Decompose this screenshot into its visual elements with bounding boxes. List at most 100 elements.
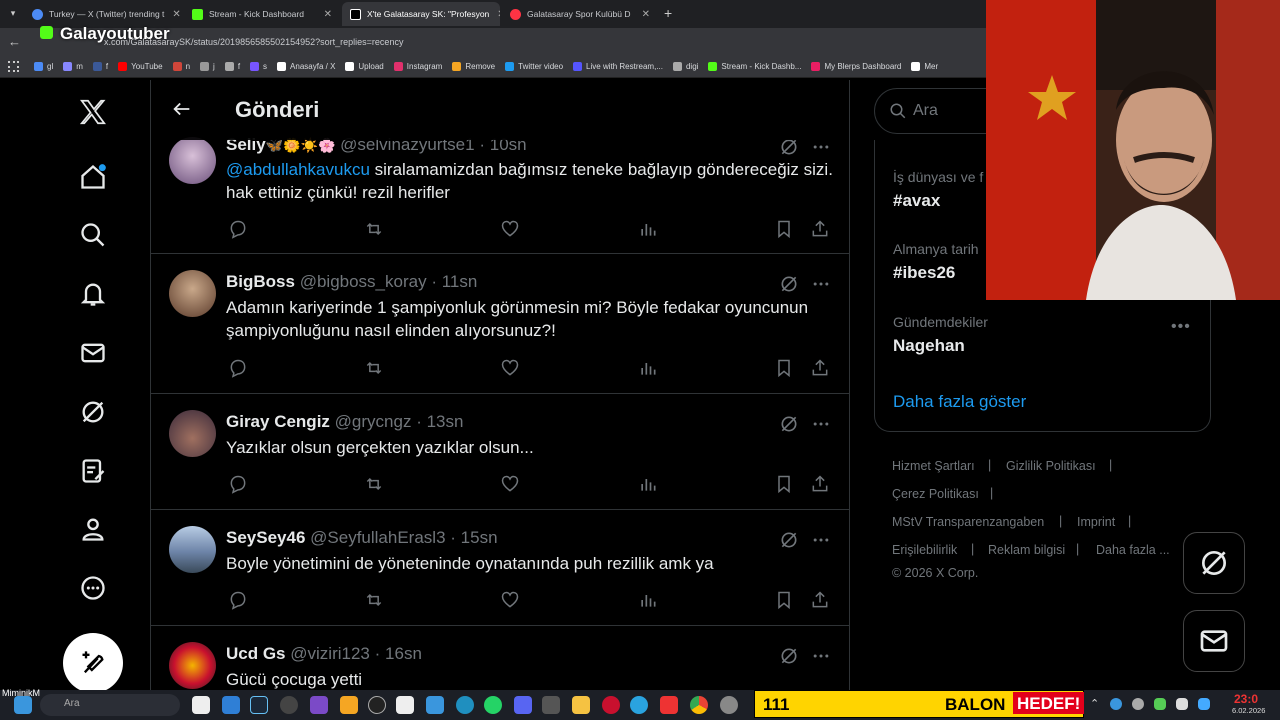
trend-item[interactable]: #avax <box>893 191 940 211</box>
bookmark-item[interactable]: Remove <box>452 62 495 71</box>
avatar[interactable] <box>169 526 216 573</box>
footer-link[interactable]: MStV Transparenzangaben <box>892 515 1044 529</box>
taskbar-app-icon[interactable] <box>426 696 444 714</box>
apps-grid-icon[interactable] <box>8 61 19 72</box>
avatar[interactable] <box>169 410 216 457</box>
retweet-icon[interactable] <box>362 356 386 380</box>
bookmark-item[interactable]: Anasayfa / X <box>277 62 335 71</box>
grok-icon[interactable] <box>76 395 110 429</box>
views-chart-icon[interactable] <box>636 472 660 496</box>
footer-link[interactable]: Erişilebilirlik <box>892 543 957 557</box>
bookmark-item[interactable]: f <box>92 62 108 71</box>
taskbar-settings-icon[interactable] <box>720 696 738 714</box>
taskbar-discord-icon[interactable] <box>514 696 532 714</box>
bookmark-icon[interactable] <box>772 356 796 380</box>
post-compose-button[interactable] <box>63 633 123 693</box>
browser-tab-4[interactable]: Galatasaray Spor Kulübü D ✕ <box>502 2 658 26</box>
reply-icon[interactable] <box>226 472 250 496</box>
grok-explain-icon[interactable] <box>777 412 801 436</box>
new-tab-icon[interactable]: + <box>664 5 672 21</box>
bookmark-item[interactable]: My Blerps Dashboard <box>811 62 901 71</box>
like-heart-icon[interactable] <box>498 217 522 241</box>
footer-link[interactable]: Hizmet Şartları <box>892 459 975 473</box>
share-icon[interactable] <box>808 588 832 612</box>
explore-search-icon[interactable] <box>76 218 110 252</box>
tray-icon[interactable] <box>1176 698 1188 710</box>
x-logo-icon[interactable] <box>76 95 110 129</box>
reply-tweet[interactable]: Giray Cengiz @grycngz · 13sn Yazıklar ol… <box>151 394 849 510</box>
views-chart-icon[interactable] <box>636 588 660 612</box>
grok-float-button[interactable] <box>1183 532 1245 594</box>
retweet-icon[interactable] <box>362 472 386 496</box>
tweet-more-icon[interactable] <box>809 528 833 552</box>
bookmark-item[interactable]: Upload <box>345 62 384 71</box>
taskbar-edge-icon[interactable] <box>456 696 474 714</box>
clock-time[interactable]: 23:0 <box>1234 692 1258 706</box>
windows-start-icon[interactable] <box>14 696 32 714</box>
taskbar-folder-icon[interactable] <box>572 696 590 714</box>
author-name[interactable]: BigBoss <box>226 272 295 291</box>
share-icon[interactable] <box>808 472 832 496</box>
tweet-time[interactable]: 13sn <box>427 412 464 431</box>
tweet-time[interactable]: 16sn <box>385 644 422 663</box>
author-name[interactable]: Ucd Gs <box>226 644 286 663</box>
notifications-bell-icon[interactable] <box>76 277 110 311</box>
tab-search-icon[interactable]: ▾ <box>6 6 20 20</box>
footer-link[interactable]: Daha fazla ... <box>1096 543 1170 557</box>
footer-link[interactable]: Çerez Politikası <box>892 487 979 501</box>
bookmark-item[interactable]: Instagram <box>393 62 442 71</box>
taskbar-steam-icon[interactable] <box>250 696 268 714</box>
tab-close-icon[interactable]: ✕ <box>316 9 332 20</box>
bookmark-item[interactable]: s <box>250 62 267 71</box>
bookmark-icon[interactable] <box>772 217 796 241</box>
reply-icon[interactable] <box>226 588 250 612</box>
reply-icon[interactable] <box>226 217 250 241</box>
tray-chevron-icon[interactable]: ⌃ <box>1090 697 1099 710</box>
avatar[interactable] <box>169 642 216 689</box>
author-name[interactable]: SeySey46 <box>226 528 305 547</box>
tab-close-icon[interactable]: ✕ <box>634 9 650 20</box>
bookmark-item[interactable]: f <box>224 62 240 71</box>
trend-more-icon[interactable]: ••• <box>1171 318 1191 336</box>
like-heart-icon[interactable] <box>498 356 522 380</box>
views-chart-icon[interactable] <box>636 356 660 380</box>
bookmark-item[interactable]: Twitter video <box>505 62 563 71</box>
author-name[interactable]: Giray Cengiz <box>226 412 330 431</box>
more-options-icon[interactable] <box>76 571 110 605</box>
bookmark-item[interactable]: gl <box>34 62 53 71</box>
retweet-icon[interactable] <box>362 217 386 241</box>
taskbar-chrome-icon[interactable] <box>690 696 708 714</box>
tweet-time[interactable]: 11sn <box>442 272 478 291</box>
taskbar-app-icon[interactable] <box>660 696 678 714</box>
taskbar-app-icon[interactable] <box>280 696 298 714</box>
like-heart-icon[interactable] <box>498 472 522 496</box>
tray-icon[interactable] <box>1110 698 1122 710</box>
taskbar-app-icon[interactable] <box>602 696 620 714</box>
clock-date[interactable]: 6.02.2026 <box>1232 706 1265 715</box>
author-handle[interactable]: @bigboss_koray <box>300 272 427 291</box>
tab-close-icon[interactable]: ✕ <box>489 9 500 20</box>
reply-tweet[interactable]: BigBoss @bigboss_koray · 11sn Adamın kar… <box>151 254 849 394</box>
avatar[interactable] <box>169 270 216 317</box>
author-handle[interactable]: @SeyfullahErasl3 <box>310 528 445 547</box>
grok-explain-icon[interactable] <box>777 644 801 668</box>
bookmark-item[interactable]: Stream - Kick Dashb... <box>708 62 801 71</box>
tray-icon[interactable] <box>1154 698 1166 710</box>
back-arrow-icon[interactable]: ← <box>8 34 21 49</box>
browser-tab-1[interactable]: Turkey — X (Twitter) trending t ✕ <box>24 2 180 26</box>
home-icon[interactable] <box>76 160 110 194</box>
footer-link[interactable]: Imprint <box>1077 515 1115 529</box>
taskbar-app-icon[interactable] <box>542 696 560 714</box>
taskbar-app-icon[interactable] <box>192 696 210 714</box>
trend-item[interactable]: Nagehan <box>893 336 965 356</box>
bookmark-item[interactable]: Live with Restream,... <box>573 62 663 71</box>
bookmark-item[interactable]: j <box>200 62 215 71</box>
grok-explain-icon[interactable] <box>777 528 801 552</box>
messages-float-button[interactable] <box>1183 610 1245 672</box>
grok-explain-icon[interactable] <box>777 272 801 296</box>
author-handle[interactable]: @viziri123 <box>290 644 370 663</box>
messages-mail-icon[interactable] <box>76 336 110 370</box>
taskbar-app-icon[interactable] <box>340 696 358 714</box>
reply-tweet[interactable]: SeySey46 @SeyfullahErasl3 · 15sn Boyle y… <box>151 510 849 626</box>
footer-link[interactable]: Reklam bilgisi <box>988 543 1065 557</box>
